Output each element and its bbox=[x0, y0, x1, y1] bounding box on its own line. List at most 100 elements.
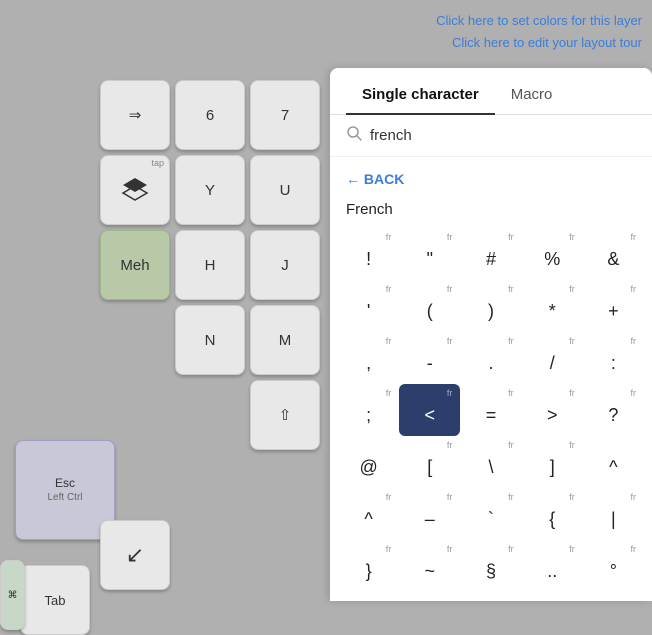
char-label: ^ bbox=[364, 509, 372, 530]
char-cell[interactable]: fr% bbox=[522, 228, 583, 280]
char-cell[interactable]: fr? bbox=[583, 384, 644, 436]
char-cell[interactable]: fr` bbox=[460, 488, 521, 540]
key-u[interactable]: U bbox=[250, 155, 320, 225]
char-cell[interactable]: fr" bbox=[399, 228, 460, 280]
char-cell[interactable]: fr. bbox=[460, 332, 521, 384]
char-label: ° bbox=[610, 561, 617, 582]
char-cell[interactable]: fr| bbox=[583, 488, 644, 540]
top-links: Click here to set colors for this layer … bbox=[436, 10, 642, 54]
char-label: ` bbox=[488, 509, 494, 530]
char-label: { bbox=[549, 509, 555, 530]
tour-link[interactable]: Click here to edit your layout tour bbox=[436, 32, 642, 54]
char-label: * bbox=[549, 301, 556, 322]
small-key-icon: ⌘ bbox=[8, 590, 18, 601]
key-7[interactable]: 7 bbox=[250, 80, 320, 150]
char-cell[interactable]: fr- bbox=[399, 332, 460, 384]
char-label: , bbox=[366, 353, 371, 374]
fn-icon: ↙ bbox=[126, 542, 144, 568]
char-label: ( bbox=[427, 301, 433, 322]
char-cell[interactable]: fr< bbox=[399, 384, 460, 436]
back-button[interactable]: ← BACK bbox=[330, 165, 652, 197]
key-h[interactable]: H bbox=[175, 230, 245, 300]
char-label: – bbox=[425, 509, 435, 530]
char-cell[interactable]: @ bbox=[338, 436, 399, 488]
char-cell[interactable]: fr/ bbox=[522, 332, 583, 384]
char-cell[interactable]: fr\ bbox=[460, 436, 521, 488]
char-cell[interactable]: fr[ bbox=[399, 436, 460, 488]
key-fn[interactable]: ↙ bbox=[100, 520, 170, 590]
key-meh-label: Meh bbox=[120, 257, 149, 274]
key-j-label: J bbox=[281, 257, 289, 274]
key-h-label: H bbox=[205, 257, 216, 274]
key-u-label: U bbox=[280, 182, 291, 199]
keyboard-area: ⇒ 6 7 tap Y U Meh H J N M ⇧ Esc bbox=[0, 70, 340, 601]
char-label: ) bbox=[488, 301, 494, 322]
char-cell[interactable]: fr§ bbox=[460, 540, 521, 592]
tab-single-character[interactable]: Single character bbox=[346, 78, 495, 115]
panel: Single character Macro ← BACK French fr!… bbox=[330, 68, 652, 601]
key-6-label: 6 bbox=[206, 107, 214, 124]
key-n[interactable]: N bbox=[175, 305, 245, 375]
char-label: / bbox=[550, 353, 555, 374]
char-cell[interactable]: fr# bbox=[460, 228, 521, 280]
char-cell[interactable]: ^ bbox=[583, 436, 644, 488]
char-cell[interactable]: fr~ bbox=[399, 540, 460, 592]
char-label: . bbox=[488, 353, 493, 374]
char-label: - bbox=[427, 353, 433, 374]
char-label: ^ bbox=[609, 457, 617, 478]
shift-icon: ⇧ bbox=[279, 406, 292, 424]
char-label: } bbox=[366, 561, 372, 582]
key-shift[interactable]: ⇧ bbox=[250, 380, 320, 450]
key-y[interactable]: Y bbox=[175, 155, 245, 225]
key-j[interactable]: J bbox=[250, 230, 320, 300]
key-7-label: 7 bbox=[281, 107, 289, 124]
char-cell[interactable]: fr+ bbox=[583, 280, 644, 332]
char-cell[interactable]: fr' bbox=[338, 280, 399, 332]
key-m[interactable]: M bbox=[250, 305, 320, 375]
char-label: .. bbox=[547, 561, 557, 582]
char-cell[interactable]: fr> bbox=[522, 384, 583, 436]
colors-link[interactable]: Click here to set colors for this layer bbox=[436, 10, 642, 32]
arrow-icon: ⇒ bbox=[129, 106, 142, 124]
char-label: § bbox=[486, 561, 496, 582]
char-cell[interactable]: fr{ bbox=[522, 488, 583, 540]
char-cell[interactable]: fr, bbox=[338, 332, 399, 384]
key-small-left[interactable]: ⌘ bbox=[0, 560, 25, 630]
key-arrow[interactable]: ⇒ bbox=[100, 80, 170, 150]
char-label: = bbox=[486, 405, 497, 426]
char-cell[interactable]: fr; bbox=[338, 384, 399, 436]
key-layers[interactable]: tap bbox=[100, 155, 170, 225]
search-input[interactable] bbox=[370, 127, 636, 144]
char-label: : bbox=[611, 353, 616, 374]
char-cell[interactable]: fr^ bbox=[338, 488, 399, 540]
key-esc-sublabel: Left Ctrl bbox=[47, 491, 82, 505]
char-cell[interactable]: fr– bbox=[399, 488, 460, 540]
char-label: + bbox=[608, 301, 619, 322]
char-cell[interactable]: fr* bbox=[522, 280, 583, 332]
key-y-label: Y bbox=[205, 182, 215, 199]
tab-macro[interactable]: Macro bbox=[495, 78, 569, 115]
section-title: French bbox=[330, 197, 652, 228]
key-6[interactable]: 6 bbox=[175, 80, 245, 150]
key-tab-label: Tab bbox=[45, 593, 66, 608]
char-cell[interactable]: fr° bbox=[583, 540, 644, 592]
char-cell[interactable]: fr} bbox=[338, 540, 399, 592]
char-cell[interactable]: fr.. bbox=[522, 540, 583, 592]
char-cell[interactable]: fr= bbox=[460, 384, 521, 436]
key-tab[interactable]: Tab bbox=[20, 565, 90, 635]
char-label: # bbox=[486, 249, 496, 270]
character-grid: fr!fr"fr#fr%fr&fr'fr(fr)fr*fr+fr,fr-fr.f… bbox=[330, 228, 652, 592]
char-label: ' bbox=[367, 301, 370, 322]
key-meh[interactable]: Meh bbox=[100, 230, 170, 300]
char-cell[interactable]: fr( bbox=[399, 280, 460, 332]
char-cell[interactable]: fr] bbox=[522, 436, 583, 488]
char-cell[interactable]: fr! bbox=[338, 228, 399, 280]
char-label: \ bbox=[488, 457, 493, 478]
tap-label: tap bbox=[151, 158, 164, 168]
char-cell[interactable]: fr& bbox=[583, 228, 644, 280]
layers-icon bbox=[121, 176, 149, 204]
char-cell[interactable]: fr) bbox=[460, 280, 521, 332]
char-label: " bbox=[427, 249, 433, 270]
char-label: < bbox=[425, 405, 436, 426]
char-cell[interactable]: fr: bbox=[583, 332, 644, 384]
